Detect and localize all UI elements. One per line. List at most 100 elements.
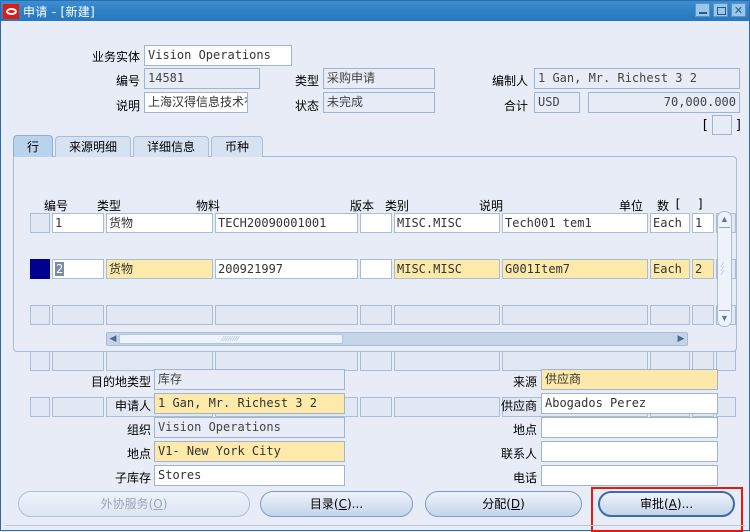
cell-number[interactable]: 1 <box>52 213 104 233</box>
cell-description[interactable]: G001Item7 <box>502 259 648 279</box>
approve-label-after: )... <box>676 497 694 511</box>
colhdr-bracket-left: [ <box>674 197 682 211</box>
tab-lines[interactable]: 行 <box>13 135 54 157</box>
distribution-label-before: 分配( <box>482 497 511 511</box>
close-button[interactable]: ✕ <box>731 3 746 17</box>
cell-quantity[interactable]: 2 <box>692 259 714 279</box>
colhdr-description: 说明 <box>479 199 504 213</box>
label-type: 类型 <box>294 74 319 88</box>
label-location: 地点 <box>126 447 151 461</box>
cell-uom[interactable] <box>650 305 690 325</box>
grid-vertical-scrollbar[interactable]: ▲ ⁄ ⁄ ⁄ ▼ <box>717 211 732 327</box>
phone-field[interactable] <box>541 465 718 486</box>
description-field[interactable]: 上海汉得信息技术有 <box>144 92 248 113</box>
cell-revision[interactable] <box>360 305 392 325</box>
catalog-hotkey: C <box>338 497 347 511</box>
header-bracket-widget[interactable]: [ ] <box>701 115 743 135</box>
bracket-box-button[interactable] <box>711 115 732 135</box>
details-form: 目的地类型 库存 申请人 1 Gan, Mr. Richest 3 2 组织 V… <box>1 359 749 486</box>
oracle-logo-icon <box>3 3 19 19</box>
row-selector[interactable] <box>30 305 50 325</box>
cell-type[interactable] <box>106 305 213 325</box>
business-entity-field[interactable]: Vision Operations <box>144 45 292 66</box>
label-supplier-site: 地点 <box>512 423 537 437</box>
maximize-button[interactable] <box>713 3 728 17</box>
preparer-field[interactable]: 1 Gan, Mr. Richest 3 2 <box>534 68 740 89</box>
cell-uom[interactable]: Each <box>650 213 690 233</box>
outsourced-services-hotkey: O <box>153 497 163 511</box>
action-button-row: 外协服务(O) 目录(C)... 分配(D) 审批(A)... <box>1 487 749 532</box>
label-business-entity: 业务实体 <box>91 50 140 64</box>
cell-type[interactable]: 货物 <box>106 259 213 279</box>
label-destination-type: 目的地类型 <box>90 375 151 389</box>
cell-number[interactable] <box>52 305 104 325</box>
minimize-button[interactable] <box>695 3 710 17</box>
colhdr-quantity: 数 <box>657 199 670 213</box>
scroll-right-icon[interactable]: ▶ <box>675 333 687 344</box>
label-description: 说明 <box>115 99 140 113</box>
row-selector[interactable] <box>30 259 50 279</box>
cell-category[interactable] <box>394 305 500 325</box>
cell-revision[interactable] <box>360 213 392 233</box>
tab-source-details[interactable]: 来源明细 <box>55 136 132 157</box>
cell-revision[interactable] <box>360 259 392 279</box>
title-bar: 申请 - [新建] ✕ <box>1 1 749 21</box>
cell-uom[interactable]: Each <box>650 259 690 279</box>
location-field[interactable]: V1- New York City <box>154 441 345 462</box>
row-selector[interactable] <box>30 213 50 233</box>
cell-quantity[interactable] <box>692 305 714 325</box>
status-field[interactable]: 未完成 <box>323 92 435 113</box>
subinventory-field[interactable]: Stores <box>154 465 345 486</box>
requester-field[interactable]: 1 Gan, Mr. Richest 3 2 <box>154 393 345 414</box>
cell-type[interactable]: 货物 <box>106 213 213 233</box>
label-number: 编号 <box>115 74 140 88</box>
distribution-button[interactable]: 分配(D) <box>425 491 582 517</box>
scroll-down-icon[interactable]: ▼ <box>719 313 730 324</box>
supplier-site-field[interactable] <box>541 417 718 438</box>
cell-description[interactable]: Tech001 tem1 <box>502 213 648 233</box>
label-supplier: 供应商 <box>500 399 537 413</box>
colhdr-bracket-right: ] <box>697 197 705 211</box>
scroll-up-icon[interactable]: ▲ <box>719 214 730 225</box>
colhdr-uom: 单位 <box>619 199 644 213</box>
approve-button[interactable]: 审批(A)... <box>598 491 735 517</box>
tab-currency[interactable]: 币种 <box>211 136 264 157</box>
label-total: 合计 <box>503 99 528 113</box>
scroll-left-icon[interactable]: ◀ <box>107 333 119 344</box>
colhdr-type: 类型 <box>97 199 122 213</box>
cell-number[interactable]: 2 <box>52 259 104 279</box>
type-field[interactable]: 采购申请 <box>323 68 435 89</box>
tab-detail-info[interactable]: 详细信息 <box>133 136 210 157</box>
total-amount-field[interactable]: 70,000.000 <box>588 92 740 113</box>
cell-item[interactable]: TECH20090001001 <box>215 213 358 233</box>
cell-item[interactable] <box>215 305 358 325</box>
outsourced-services-label-before: 外协服务( <box>100 497 154 511</box>
organization-field[interactable]: Vision Operations <box>154 417 345 438</box>
bracket-left: [ <box>701 117 709 133</box>
currency-field[interactable]: USD <box>534 92 580 113</box>
destination-type-field[interactable]: 库存 <box>154 369 345 390</box>
hscroll-thumb[interactable]: ⁄⁄⁄⁄⁄⁄⁄⁄ <box>119 334 343 344</box>
cell-quantity[interactable]: 1 <box>692 213 714 233</box>
window-title: 申请 - [新建] <box>23 4 96 19</box>
cell-item[interactable]: 200921997 <box>215 259 358 279</box>
contact-field[interactable] <box>541 441 718 462</box>
outsourced-services-button[interactable]: 外协服务(O) <box>18 491 250 517</box>
approve-hotkey: A <box>668 497 677 511</box>
grid-horizontal-scrollbar[interactable]: ◀ ⁄⁄⁄⁄⁄⁄⁄⁄ ▶ <box>106 332 688 346</box>
number-field[interactable]: 14581 <box>144 68 260 89</box>
cell-category[interactable]: MISC.MISC <box>394 259 500 279</box>
cell-category[interactable]: MISC.MISC <box>394 213 500 233</box>
supplier-field[interactable]: Abogados Perez <box>541 393 718 414</box>
source-field[interactable]: 供应商 <box>541 369 718 390</box>
application-window: 申请 - [新建] ✕ 业务实体 Vision Operations 编号 14… <box>0 0 750 532</box>
label-status: 状态 <box>294 99 319 113</box>
cell-description[interactable] <box>502 305 648 325</box>
catalog-button[interactable]: 目录(C)... <box>260 491 413 517</box>
colhdr-item: 物料 <box>196 199 221 213</box>
window-controls: ✕ <box>695 3 746 17</box>
label-requester: 申请人 <box>114 399 151 413</box>
colhdr-revision: 版本 <box>350 199 375 213</box>
label-organization: 组织 <box>126 423 151 437</box>
label-subinventory: 子库存 <box>114 471 151 485</box>
